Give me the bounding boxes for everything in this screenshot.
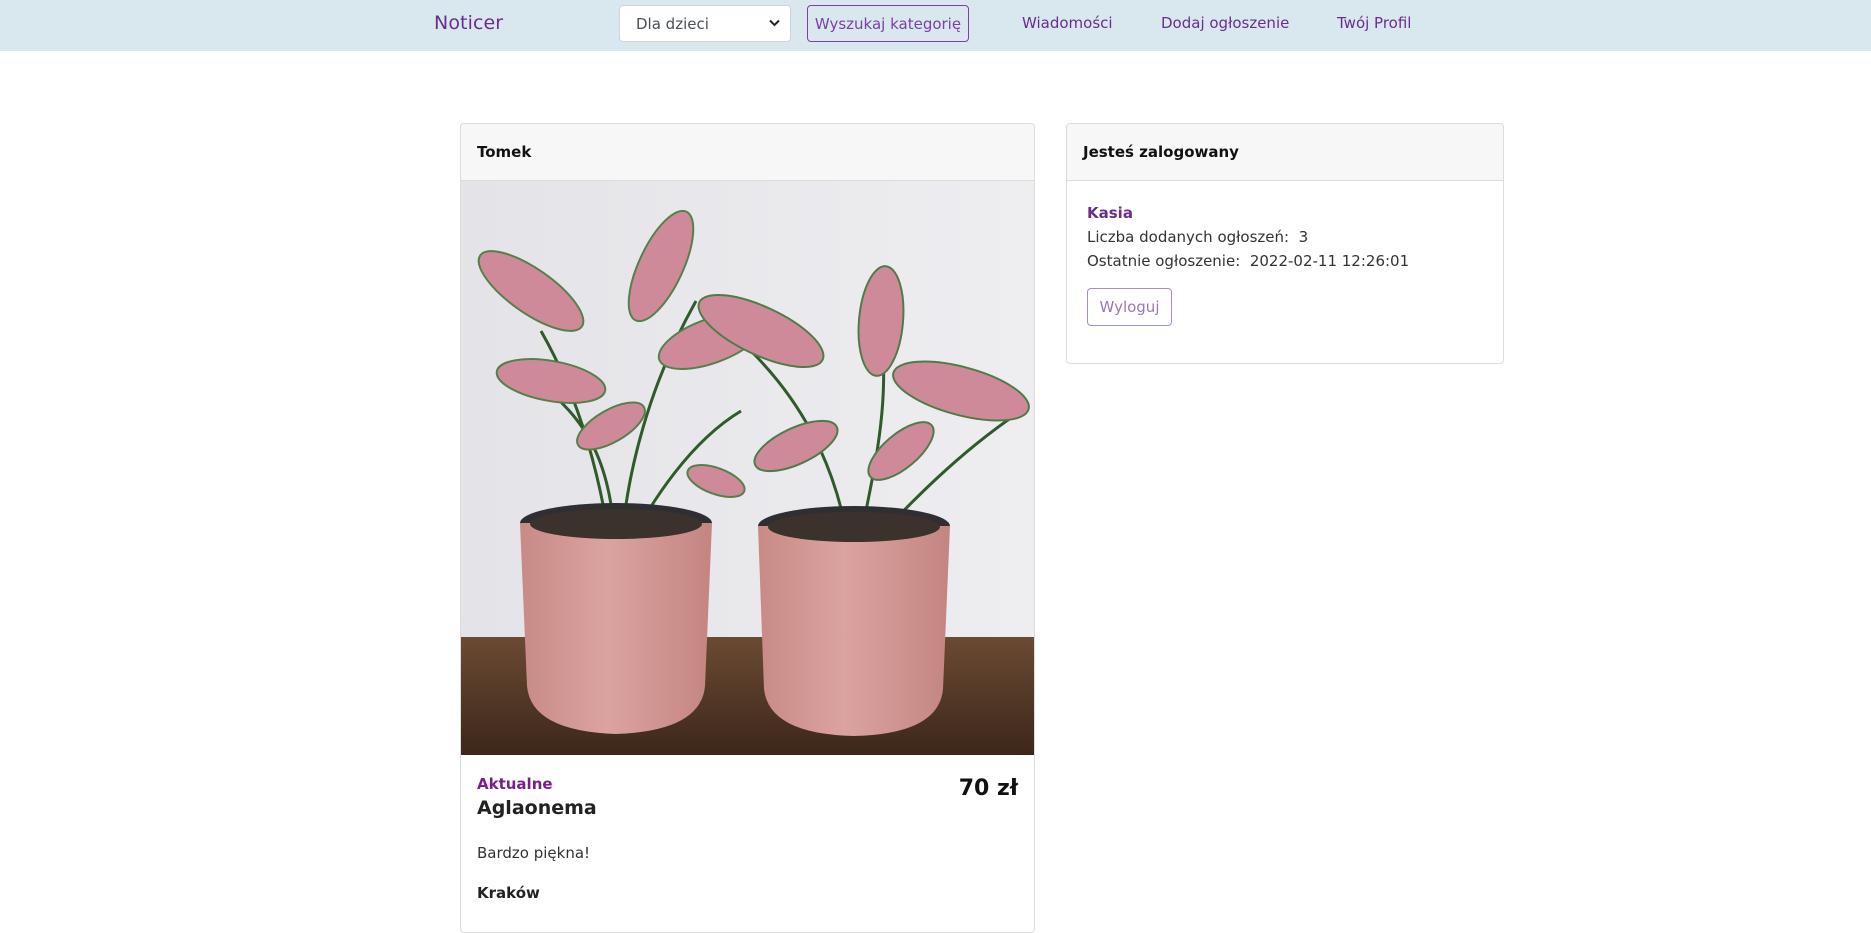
login-panel: Jesteś zalogowany Kasia Liczba dodanych …: [1066, 123, 1504, 364]
post-card: Tomek Aktualne 70 zł Aglaonema Bardzo pi…: [460, 123, 1035, 933]
last-ad-label: Ostatnie ogłoszenie:: [1087, 252, 1241, 270]
nav-link-messages[interactable]: Wiadomości: [1022, 14, 1113, 32]
login-panel-header: Jesteś zalogowany: [1067, 124, 1503, 181]
chevron-down-icon: [769, 17, 780, 30]
user-name-link[interactable]: Kasia: [1087, 204, 1133, 222]
post-title: Aglaonema: [477, 797, 597, 819]
post-author: Tomek: [461, 124, 1034, 181]
post-description: Bardzo piękna!: [477, 844, 591, 862]
post-city: Kraków: [477, 884, 540, 902]
search-category-button[interactable]: Wyszukaj kategorię: [807, 5, 969, 42]
category-select[interactable]: Dla dzieci: [619, 5, 791, 42]
last-ad-line: Ostatnie ogłoszenie: 2022-02-11 12:26:01: [1087, 252, 1409, 270]
post-photo: [461, 181, 1034, 755]
ads-count-line: Liczba dodanych ogłoszeń: 3: [1087, 228, 1308, 246]
last-ad-value: 2022-02-11 12:26:01: [1249, 252, 1410, 270]
category-select-value: Dla dzieci: [636, 14, 709, 33]
post-price: 70 zł: [958, 776, 1018, 801]
ads-count-label: Liczba dodanych ogłoszeń:: [1087, 228, 1290, 246]
logout-button[interactable]: Wyloguj: [1087, 288, 1172, 326]
ads-count-value: 3: [1298, 228, 1309, 246]
navbar: Noticer Dla dzieci Wyszukaj kategorię Wi…: [0, 0, 1871, 51]
nav-link-profile[interactable]: Twój Profil: [1337, 14, 1411, 32]
post-status: Aktualne: [477, 775, 553, 793]
nav-link-add-ad[interactable]: Dodaj ogłoszenie: [1161, 14, 1289, 32]
brand-link[interactable]: Noticer: [434, 12, 503, 34]
